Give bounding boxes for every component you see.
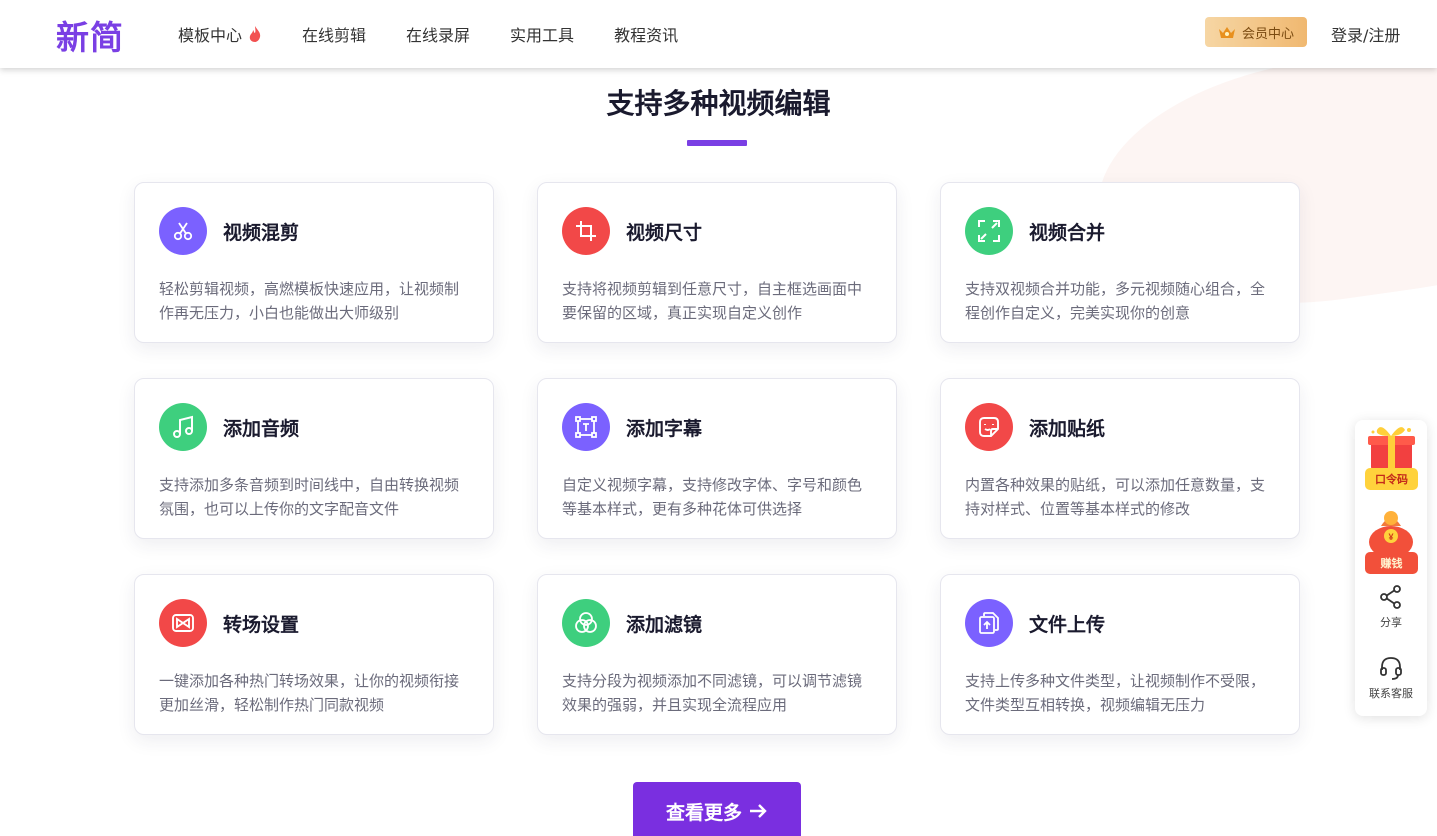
feature-description: 支持分段为视频添加不同滤镜，可以调节滤镜效果的强弱，并且实现全流程应用 (562, 672, 863, 714)
vip-center-button[interactable]: 会员中心 (1205, 17, 1307, 47)
feature-card-video-size[interactable]: 视频尺寸 支持将视频剪辑到任意尺寸，自主框选画面中要保留的区域，真正实现自定义创… (537, 182, 897, 343)
sticker-icon (965, 403, 1013, 451)
customer-service-label: 联系客服 (1369, 687, 1413, 700)
nav-item-label: 模板中心 (178, 26, 243, 45)
fire-icon (249, 26, 261, 42)
share-button[interactable]: 分享 (1355, 584, 1427, 630)
feature-card-file-upload[interactable]: 文件上传 支持上传多种文件类型，让视频制作不受限，文件类型互相转换，视频编辑无压… (940, 574, 1300, 735)
gift-code-button[interactable]: 口令码 (1365, 422, 1418, 490)
feature-title: 添加音频 (223, 417, 300, 440)
feature-grid: 视频混剪 轻松剪辑视频，高燃模板快速应用，让视频制作再无压力，小白也能做出大师级… (134, 182, 1300, 735)
gift-box-icon (1368, 427, 1415, 470)
feature-description: 支持双视频合并功能，多元视频随心组合，全程创作自定义，完美实现你的创意 (965, 280, 1266, 322)
nav-item-label: 实用工具 (510, 26, 575, 45)
top-nav-bar: 新简 模板中心 在线剪辑 在线录屏 实用工具 教程资讯 会员中心 登录/注册 (0, 0, 1437, 68)
nav-item-tools[interactable]: 实用工具 (510, 22, 574, 46)
headset-icon (1380, 657, 1402, 680)
feature-title: 添加字幕 (626, 417, 703, 440)
svg-text:¥: ¥ (1388, 532, 1393, 542)
title-underline (687, 140, 747, 146)
feature-description: 支持上传多种文件类型，让视频制作不受限，文件类型互相转换，视频编辑无压力 (965, 672, 1266, 714)
expand-icon (965, 207, 1013, 255)
feature-title: 视频尺寸 (626, 221, 703, 244)
nav-item-label: 教程资讯 (614, 26, 679, 45)
feature-title: 转场设置 (223, 613, 300, 636)
nav-item-label: 在线录屏 (406, 26, 471, 45)
money-bag-icon: ¥ (1369, 511, 1413, 558)
share-label: 分享 (1380, 616, 1402, 629)
main-nav: 模板中心 在线剪辑 在线录屏 实用工具 教程资讯 (178, 0, 718, 68)
crop-icon (562, 207, 610, 255)
feature-title: 视频混剪 (223, 221, 300, 244)
nav-item-tutorials[interactable]: 教程资讯 (614, 22, 678, 46)
floating-side-panel: 口令码 ¥ 赚钱 分享 联系客服 (1355, 420, 1427, 716)
feature-card-video-mix[interactable]: 视频混剪 轻松剪辑视频，高燃模板快速应用，让视频制作再无压力，小白也能做出大师级… (134, 182, 494, 343)
view-more-button[interactable]: 查看更多 (633, 782, 801, 836)
feature-title: 添加贴纸 (1029, 417, 1106, 440)
customer-service-button[interactable]: 联系客服 (1355, 655, 1427, 701)
view-more-label: 查看更多 (665, 801, 742, 824)
feature-description: 轻松剪辑视频，高燃模板快速应用，让视频制作再无压力，小白也能做出大师级别 (159, 280, 460, 322)
feature-card-add-audio[interactable]: 添加音频 支持添加多条音频到时间线中，自由转换视频氛围，也可以上传你的文字配音文… (134, 378, 494, 539)
nav-item-templates[interactable]: 模板中心 (178, 22, 262, 46)
feature-description: 一键添加各种热门转场效果，让你的视频衔接更加丝滑，轻松制作热门同款视频 (159, 672, 460, 714)
feature-card-add-subtitle[interactable]: 添加字幕 自定义视频字幕，支持修改字体、字号和颜色等基本样式，更有多种花体可供选… (537, 378, 897, 539)
nav-item-online-edit[interactable]: 在线剪辑 (302, 22, 366, 46)
feature-card-transition[interactable]: 转场设置 一键添加各种热门转场效果，让你的视频衔接更加丝滑，轻松制作热门同款视频 (134, 574, 494, 735)
nav-item-screen-record[interactable]: 在线录屏 (406, 22, 470, 46)
feature-card-add-sticker[interactable]: 添加贴纸 内置各种效果的贴纸，可以添加任意数量，支持对样式、位置等基本样式的修改 (940, 378, 1300, 539)
earn-money-button[interactable]: ¥ 赚钱 (1365, 506, 1418, 574)
file-upload-icon (965, 599, 1013, 647)
arrow-right-icon (750, 804, 767, 818)
login-register-link[interactable]: 登录/注册 (1331, 22, 1400, 46)
feature-description: 支持将视频剪辑到任意尺寸，自主框选画面中要保留的区域，真正实现自定义创作 (562, 280, 863, 322)
share-icon (1380, 585, 1401, 609)
feature-title: 添加滤镜 (626, 613, 703, 636)
section-title: 支持多种视频编辑 (606, 87, 831, 120)
feature-card-add-filter[interactable]: 添加滤镜 支持分段为视频添加不同滤镜，可以调节滤镜效果的强弱，并且实现全流程应用 (537, 574, 897, 735)
earn-money-label: 赚钱 (1365, 552, 1418, 574)
feature-card-video-merge[interactable]: 视频合并 支持双视频合并功能，多元视频随心组合，全程创作自定义，完美实现你的创意 (940, 182, 1300, 343)
feature-title: 视频合并 (1029, 221, 1106, 244)
nav-item-label: 在线剪辑 (302, 26, 367, 45)
vip-center-label: 会员中心 (1241, 26, 1294, 42)
music-icon (159, 403, 207, 451)
feature-description: 自定义视频字幕，支持修改字体、字号和颜色等基本样式，更有多种花体可供选择 (562, 476, 863, 518)
feature-description: 支持添加多条音频到时间线中，自由转换视频氛围，也可以上传你的文字配音文件 (159, 476, 460, 518)
transition-icon (159, 599, 207, 647)
gift-code-label: 口令码 (1365, 468, 1418, 490)
feature-title: 文件上传 (1029, 613, 1106, 636)
scissors-icon (159, 207, 207, 255)
feature-description: 内置各种效果的贴纸，可以添加任意数量，支持对样式、位置等基本样式的修改 (965, 476, 1266, 518)
filter-icon (562, 599, 610, 647)
logo[interactable]: 新简 (56, 11, 124, 59)
text-box-icon (562, 403, 610, 451)
crown-icon (1218, 27, 1235, 38)
